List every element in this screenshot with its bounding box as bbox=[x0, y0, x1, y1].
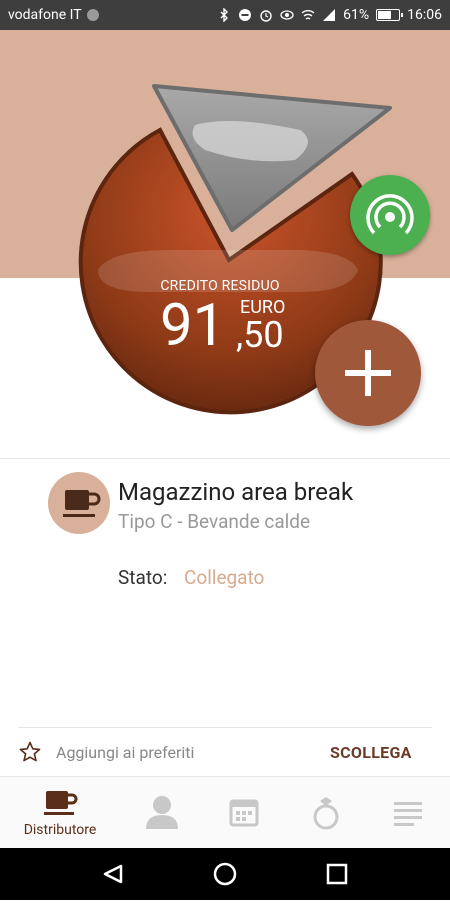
notification-dot-icon bbox=[86, 9, 99, 21]
signal-icon bbox=[323, 9, 336, 21]
coffee-cup-icon bbox=[44, 791, 78, 815]
carrier-name: vodafone IT bbox=[8, 7, 82, 23]
person-icon bbox=[146, 796, 178, 829]
nav-item-distributore[interactable]: Distributore bbox=[0, 777, 120, 849]
coffee-cup-icon bbox=[63, 490, 101, 517]
machine-title: Magazzino area break bbox=[118, 478, 354, 506]
eye-icon bbox=[280, 10, 294, 20]
add-favorite-link[interactable]: Aggiungi ai preferiti bbox=[56, 743, 194, 762]
calendar-icon bbox=[229, 799, 259, 827]
status-bar: vodafone IT 61% 16:06 bbox=[0, 0, 450, 30]
home-icon[interactable] bbox=[213, 862, 237, 886]
status-icons: 61% 16:06 bbox=[217, 7, 442, 23]
divider bbox=[18, 727, 432, 728]
nfc-signal-icon bbox=[366, 194, 414, 235]
do-not-disturb-icon bbox=[239, 9, 252, 21]
nav-item-profile[interactable] bbox=[122, 777, 202, 849]
wifi-icon bbox=[301, 10, 315, 20]
alarm-icon bbox=[260, 10, 272, 22]
menu-icon bbox=[394, 802, 422, 826]
plus-icon bbox=[345, 350, 391, 396]
machine-subtitle: Tipo C - Bevande calde bbox=[118, 510, 311, 533]
system-navigation-bar bbox=[0, 848, 450, 900]
clock: 16:06 bbox=[407, 7, 442, 23]
battery-percent: 61% bbox=[343, 7, 370, 23]
nav-label: Distributore bbox=[23, 822, 97, 838]
machine-avatar bbox=[48, 472, 110, 534]
state-value: Collegato bbox=[184, 566, 265, 589]
state-label: Stato: bbox=[118, 566, 168, 589]
nav-item-ring[interactable] bbox=[286, 777, 366, 849]
system-nav-icons bbox=[103, 862, 348, 886]
bluetooth-icon bbox=[220, 8, 229, 22]
ring-icon bbox=[313, 797, 339, 830]
battery-icon bbox=[376, 9, 404, 21]
credit-amount-integer: 91 bbox=[160, 292, 226, 360]
nfc-button[interactable] bbox=[350, 175, 430, 255]
divider bbox=[0, 458, 450, 459]
back-icon[interactable] bbox=[103, 864, 123, 884]
credit-amount-decimal: ,50 bbox=[236, 314, 284, 356]
nav-item-menu[interactable] bbox=[368, 777, 448, 849]
carrier: vodafone IT bbox=[8, 7, 99, 23]
add-credit-button[interactable] bbox=[315, 320, 421, 426]
bottom-navigation: Distributore bbox=[0, 776, 450, 849]
star-icon[interactable] bbox=[18, 740, 42, 764]
recents-icon[interactable] bbox=[326, 863, 348, 885]
nav-item-calendar[interactable] bbox=[204, 777, 284, 849]
disconnect-button[interactable]: SCOLLEGA bbox=[330, 743, 412, 762]
